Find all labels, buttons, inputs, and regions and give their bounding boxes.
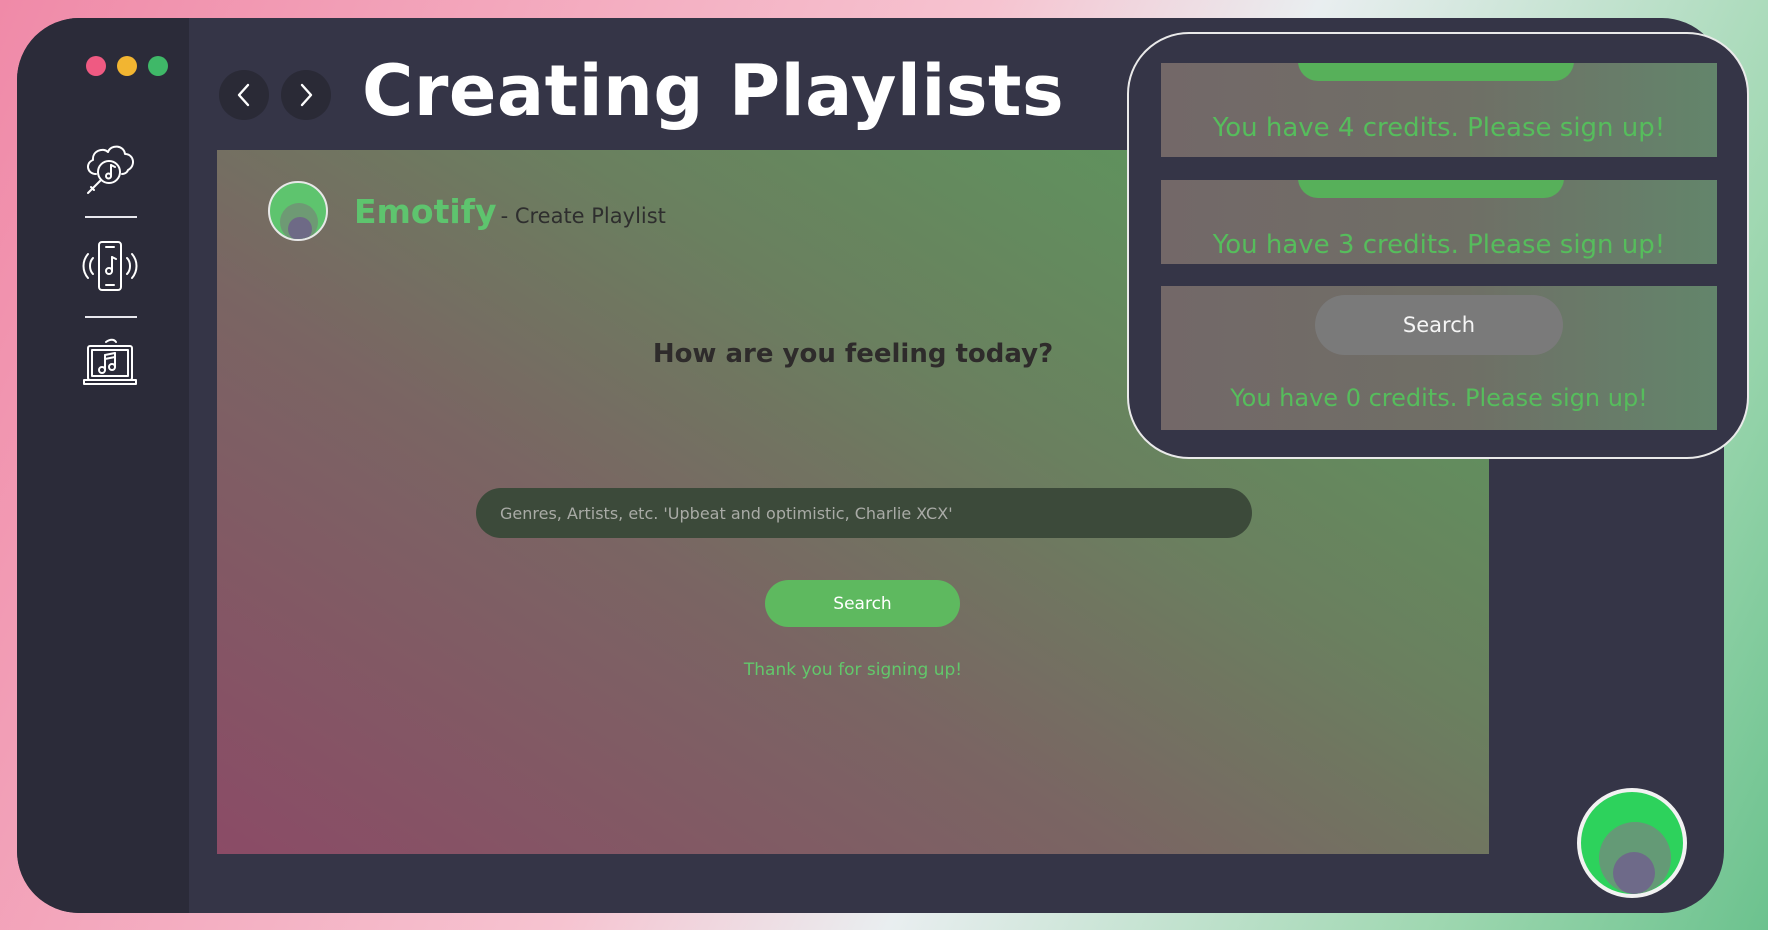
window-close-button[interactable] [86, 56, 106, 76]
back-button[interactable] [219, 70, 269, 120]
brand-name: Emotify [354, 192, 497, 231]
signup-thanks-message: Thank you for signing up! [743, 660, 963, 680]
credits-state-panel: Search You have 0 credits. Please sign u… [1161, 286, 1717, 430]
phone-music-icon[interactable] [82, 240, 138, 296]
credits-zoom-panel: You have 4 credits. Please sign up! You … [1127, 32, 1749, 459]
emotify-logo [268, 181, 328, 241]
credits-message: You have 3 credits. Please sign up! [1212, 230, 1666, 260]
credits-message: You have 4 credits. Please sign up! [1212, 113, 1666, 143]
credits-state-panel: You have 4 credits. Please sign up! [1161, 63, 1717, 157]
page-title: Creating Playlists [362, 50, 1065, 132]
user-avatar[interactable] [1577, 788, 1687, 898]
laptop-music-icon[interactable] [82, 338, 138, 394]
app-brand: Emotify - Create Playlist [354, 192, 666, 231]
forward-button[interactable] [281, 70, 331, 120]
credits-state-panel: You have 3 credits. Please sign up! [1161, 180, 1717, 264]
search-button-partial[interactable] [1298, 180, 1564, 198]
chevron-right-icon [300, 83, 313, 107]
brand-subtitle: - Create Playlist [500, 204, 666, 228]
search-button-partial[interactable] [1298, 63, 1574, 81]
search-button[interactable]: Search [765, 580, 960, 627]
sidebar [17, 18, 189, 913]
chevron-left-icon [237, 83, 250, 107]
sidebar-divider [85, 216, 137, 218]
window-maximize-button[interactable] [148, 56, 168, 76]
sidebar-divider [85, 316, 137, 318]
credits-message: You have 0 credits. Please sign up! [1230, 384, 1648, 412]
search-input[interactable] [476, 488, 1252, 538]
cloud-music-search-icon[interactable] [82, 140, 138, 196]
search-button-disabled[interactable]: Search [1315, 295, 1563, 355]
window-minimize-button[interactable] [117, 56, 137, 76]
